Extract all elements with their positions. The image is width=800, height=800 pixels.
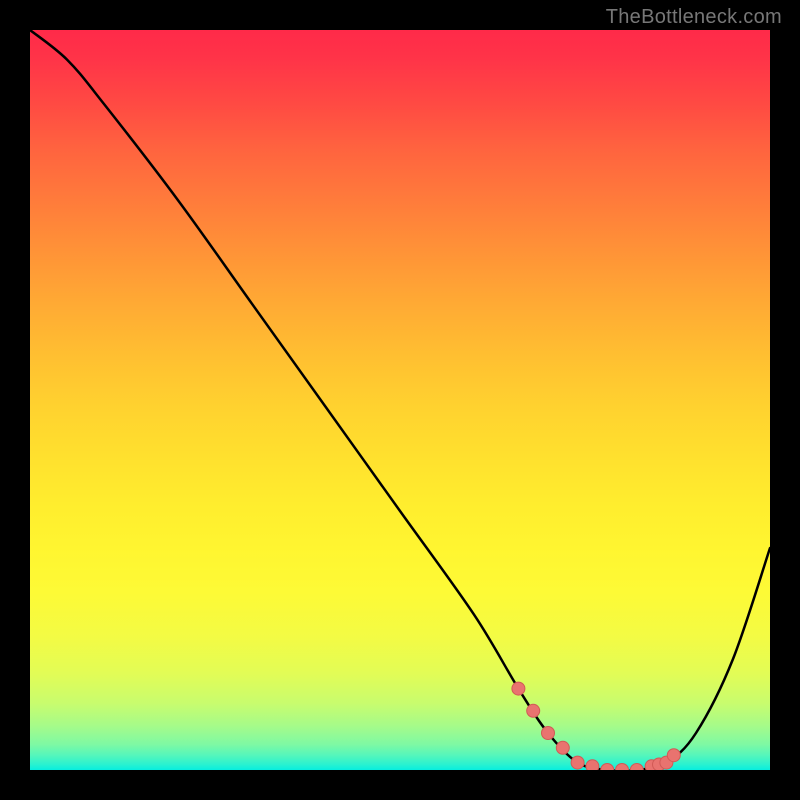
- optimal-dot: [542, 727, 555, 740]
- optimal-dot: [601, 764, 614, 771]
- optimal-dot: [556, 741, 569, 754]
- optimal-dot: [586, 760, 599, 770]
- bottleneck-curve: [30, 30, 770, 770]
- optimal-dot: [527, 704, 540, 717]
- optimal-dots: [512, 682, 680, 770]
- chart-svg: [30, 30, 770, 770]
- watermark-label: TheBottleneck.com: [606, 6, 782, 29]
- optimal-dot: [616, 764, 629, 771]
- optimal-dot: [512, 682, 525, 695]
- optimal-dot: [630, 764, 643, 771]
- plot-area: [30, 30, 770, 770]
- optimal-dot: [667, 749, 680, 762]
- optimal-dot: [571, 756, 584, 769]
